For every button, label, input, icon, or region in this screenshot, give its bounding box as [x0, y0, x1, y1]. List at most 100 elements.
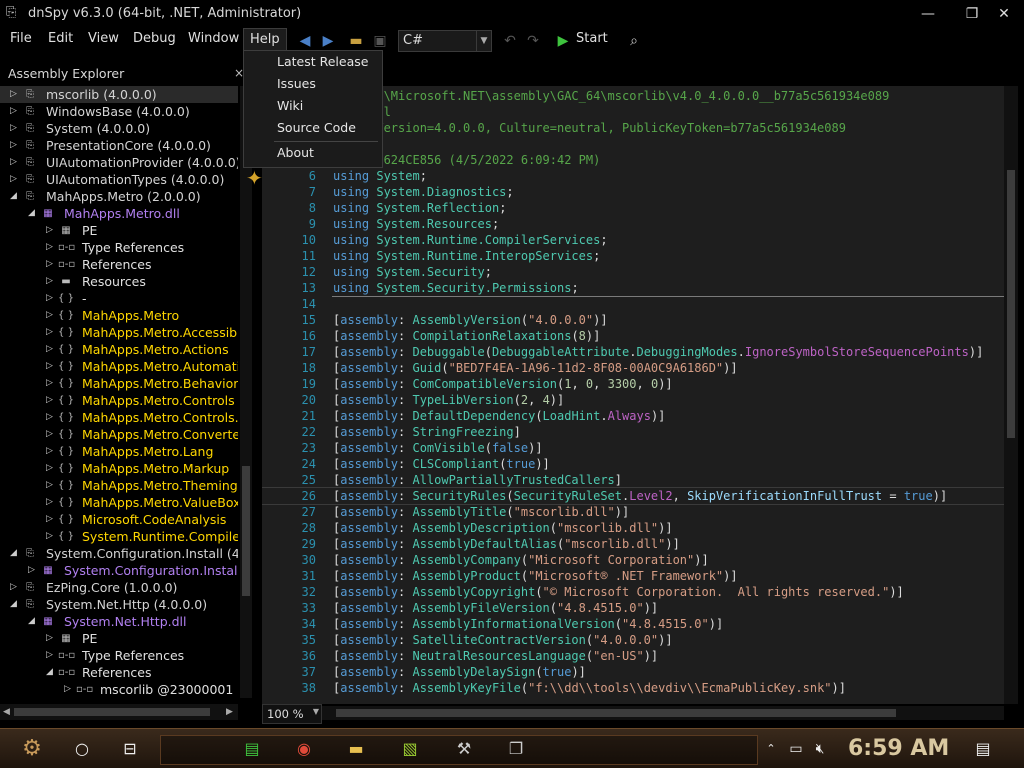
tree-item[interactable]: ▷ ⎘ PresentationCore (4.0.0.0)	[0, 137, 238, 154]
tree-item[interactable]: ▷ ▦ PE	[0, 222, 238, 239]
tree-item[interactable]: ▷{ } MahApps.Metro.Accessibilit	[0, 324, 238, 341]
code-line[interactable]: 10 using System.Runtime.CompilerServices;	[262, 232, 1004, 248]
code-editor[interactable]: windows\Microsoft.NET\assembly\GAC_64\ms…	[262, 86, 1004, 704]
expand-icon[interactable]: ▷	[46, 358, 56, 375]
expand-icon[interactable]: ▷	[46, 324, 56, 341]
scrollbar-thumb[interactable]	[1007, 170, 1015, 438]
search-icon[interactable]: ⌕	[624, 31, 644, 51]
expand-icon[interactable]: ▷	[46, 460, 56, 477]
close-button[interactable]: ✕	[982, 0, 1024, 28]
code-line[interactable]: 22 [assembly: StringFreezing]	[262, 424, 1004, 440]
explorer-horizontal-scrollbar[interactable]: ◀ ▶	[0, 704, 238, 720]
tree-item[interactable]: ▷{ } MahApps.Metro.Lang	[0, 443, 238, 460]
tree-item[interactable]: ▷ ⎘ UIAutomationTypes (4.0.0.0)	[0, 171, 238, 188]
menu-item-issues[interactable]: Issues	[244, 73, 382, 95]
network-icon[interactable]: ▭	[786, 733, 806, 765]
menu-edit[interactable]: Edit	[42, 28, 79, 52]
expand-icon[interactable]: ▷	[10, 103, 20, 120]
code-line[interactable]: 19 [assembly: ComCompatibleVersion(1, 0, …	[262, 376, 1004, 392]
tree-item[interactable]: ▷ ⎘ System (4.0.0.0)	[0, 120, 238, 137]
expand-icon[interactable]: ▷	[46, 647, 56, 664]
code-line[interactable]: 7 using System.Diagnostics;	[262, 184, 1004, 200]
tree-item[interactable]: ▷{ } MahApps.Metro.Controls.Dia	[0, 409, 238, 426]
code-line[interactable]: 16 [assembly: CompilationRelaxations(8)]	[262, 328, 1004, 344]
tree-item[interactable]: ▷{ } MahApps.Metro.Behaviors	[0, 375, 238, 392]
start-menu-icon[interactable]: ⚙	[10, 733, 54, 765]
expand-icon[interactable]: ▷	[10, 120, 20, 137]
tree-item[interactable]: ▷{ } MahApps.Metro.Converters	[0, 426, 238, 443]
code-line[interactable]: 13 using System.Security.Permissions;	[262, 280, 1004, 296]
expand-icon[interactable]: ▷	[64, 681, 74, 698]
undo-icon[interactable]: ↶	[500, 31, 520, 51]
redo-icon[interactable]: ↷	[523, 31, 543, 51]
volume-muted-icon[interactable]: 🔇︎	[810, 733, 830, 765]
expand-icon[interactable]: ▷	[46, 222, 56, 239]
tree-item[interactable]: ▷{ } MahApps.Metro.Theming	[0, 477, 238, 494]
expand-icon[interactable]: ▷	[46, 494, 56, 511]
zoom-select[interactable]: 100 % ▼	[262, 704, 322, 724]
tree-item[interactable]: ▷ ▬ Resources	[0, 273, 238, 290]
tree-item[interactable]: ▷ ⎘ UIAutomationProvider (4.0.0.0)	[0, 154, 238, 171]
menu-view[interactable]: View	[82, 28, 125, 52]
code-line[interactable]: 32 [assembly: AssemblyCopyright("© Micros…	[262, 584, 1004, 600]
file-explorer-icon[interactable]: ▬	[340, 733, 372, 765]
scrollbar-thumb[interactable]	[336, 709, 896, 717]
notes-app-icon[interactable]: ▤	[236, 733, 268, 765]
expand-icon[interactable]: ▷	[46, 392, 56, 409]
collapse-icon[interactable]: ◢	[10, 596, 20, 613]
code-line[interactable]: 30 [assembly: AssemblyCompany("Microsoft …	[262, 552, 1004, 568]
tree-item[interactable]: ◢ ⎘ System.Configuration.Install (4.0.0	[0, 545, 238, 562]
scroll-right-icon[interactable]: ▶	[226, 704, 233, 720]
code-line[interactable]: 36 [assembly: NeutralResourcesLanguage("e…	[262, 648, 1004, 664]
language-select[interactable]: C# ▼	[398, 30, 492, 52]
expand-icon[interactable]: ▷	[10, 137, 20, 154]
expand-icon[interactable]: ▷	[46, 443, 56, 460]
expand-icon[interactable]: ▷	[46, 528, 56, 545]
tree-item[interactable]: ▷{ } System.Runtime.CompilerSer	[0, 528, 238, 545]
search-circle-icon[interactable]: ○	[66, 733, 98, 765]
scroll-left-icon[interactable]: ◀	[3, 704, 10, 720]
tree-item[interactable]: ▷{ } -	[0, 290, 238, 307]
back-icon[interactable]: ◀	[295, 31, 315, 51]
code-line[interactable]: 34 [assembly: AssemblyInformationalVersio…	[262, 616, 1004, 632]
menu-item-source-code[interactable]: Source Code	[244, 117, 382, 139]
code-line[interactable]: 25 [assembly: AllowPartiallyTrustedCaller…	[262, 472, 1004, 488]
tree-item[interactable]: ▷{ } MahApps.Metro.Actions	[0, 341, 238, 358]
expand-icon[interactable]: ▷	[46, 239, 56, 256]
expand-icon[interactable]: ▷	[46, 341, 56, 358]
menu-item-latest-release[interactable]: Latest Release	[244, 51, 382, 73]
collapse-icon[interactable]: ◢	[28, 613, 38, 630]
collapse-icon[interactable]: ◢	[10, 545, 20, 562]
open-folder-icon[interactable]: ▬	[346, 31, 366, 51]
code-line[interactable]: 24 [assembly: CLSCompliant(true)]	[262, 456, 1004, 472]
settings-app-icon[interactable]: ⚒	[448, 733, 480, 765]
tree-item[interactable]: ▷ ▦ PE	[0, 630, 238, 647]
scrollbar-thumb[interactable]	[14, 708, 210, 716]
code-line[interactable]: 6 using System;	[262, 168, 1004, 184]
tree-item[interactable]: ▷{ } MahApps.Metro.Controls	[0, 392, 238, 409]
code-line[interactable]: 21 [assembly: DefaultDependency(LoadHint.…	[262, 408, 1004, 424]
code-line[interactable]: 35 [assembly: SatelliteContractVersion("4…	[262, 632, 1004, 648]
code-line[interactable]: 15 [assembly: AssemblyVersion("4.0.0.0")]	[262, 312, 1004, 328]
expand-icon[interactable]: ▷	[28, 562, 38, 579]
code-line[interactable]: 27 [assembly: AssemblyTitle("mscorlib.dll…	[262, 504, 1004, 520]
code-line[interactable]: 20 [assembly: TypeLibVersion(2, 4)]	[262, 392, 1004, 408]
scrollbar-thumb[interactable]	[242, 466, 250, 596]
forward-icon[interactable]: ▶	[318, 31, 338, 51]
expand-icon[interactable]: ▷	[46, 426, 56, 443]
notepad-icon[interactable]: ▧	[394, 733, 426, 765]
code-line[interactable]: 18 [assembly: Guid("BED7F4EA-1A96-11d2-8F…	[262, 360, 1004, 376]
code-horizontal-scrollbar[interactable]	[322, 706, 1004, 720]
save-icon[interactable]: ▣	[370, 31, 390, 51]
minimize-button[interactable]: —	[906, 0, 950, 28]
tree-item[interactable]: ▷ ⎘ WindowsBase (4.0.0.0)	[0, 103, 238, 120]
tree-item[interactable]: ▷ ▫-▫ Type References	[0, 647, 238, 664]
menu-window[interactable]: Window	[182, 28, 245, 52]
tree-item[interactable]: ◢ ⎘ System.Net.Http (4.0.0.0)	[0, 596, 238, 613]
expand-icon[interactable]: ▷	[46, 307, 56, 324]
tree-item[interactable]: ◢ ▫-▫ References	[0, 664, 238, 681]
tree-item[interactable]: ▷{ } MahApps.Metro.Automation.	[0, 358, 238, 375]
code-line[interactable]: 38 [assembly: AssemblyKeyFile("f:\\dd\\to…	[262, 680, 1004, 696]
expand-icon[interactable]: ▷	[46, 375, 56, 392]
dnspy-taskbar-icon[interactable]: ❐	[500, 733, 532, 765]
